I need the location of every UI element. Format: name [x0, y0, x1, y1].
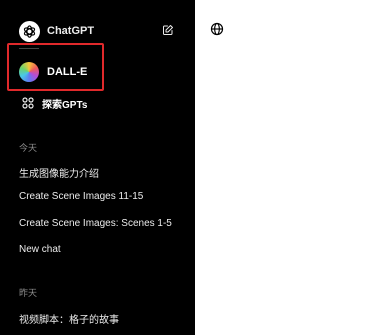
sidebar-item-label: 探索GPTs: [42, 99, 88, 111]
chat-history-item[interactable]: Create Scene Images: Scenes 1-5: [19, 218, 191, 229]
openai-logo-icon: [19, 20, 40, 42]
brand-label: ChatGPT: [47, 25, 95, 37]
sidebar-item-explore-gpts[interactable]: 探索GPTs: [22, 95, 87, 111]
brand-row[interactable]: ChatGPT: [19, 20, 94, 42]
chat-history-item[interactable]: 生成图像能力介绍: [19, 165, 191, 180]
section-label-yesterday: 昨天: [19, 288, 38, 298]
main-panel: [195, 0, 374, 335]
section-label-today: 今天: [19, 143, 38, 153]
globe-icon[interactable]: [210, 22, 224, 36]
new-chat-edit-icon[interactable]: [160, 22, 176, 38]
highlight-box: [7, 43, 104, 91]
sidebar: ChatGPT DALL-E 探索GPTs 今天 生成图像能力介绍 Create…: [0, 0, 195, 335]
chat-history-item[interactable]: Create Scene Images 11-15: [19, 191, 191, 202]
app-window: ChatGPT DALL-E 探索GPTs 今天 生成图像能力介绍 Create…: [0, 0, 374, 335]
chat-history-item[interactable]: New chat: [19, 244, 191, 255]
chat-history-item[interactable]: 视频脚本：格子的故事: [19, 311, 191, 326]
grid-icon: [22, 97, 34, 109]
